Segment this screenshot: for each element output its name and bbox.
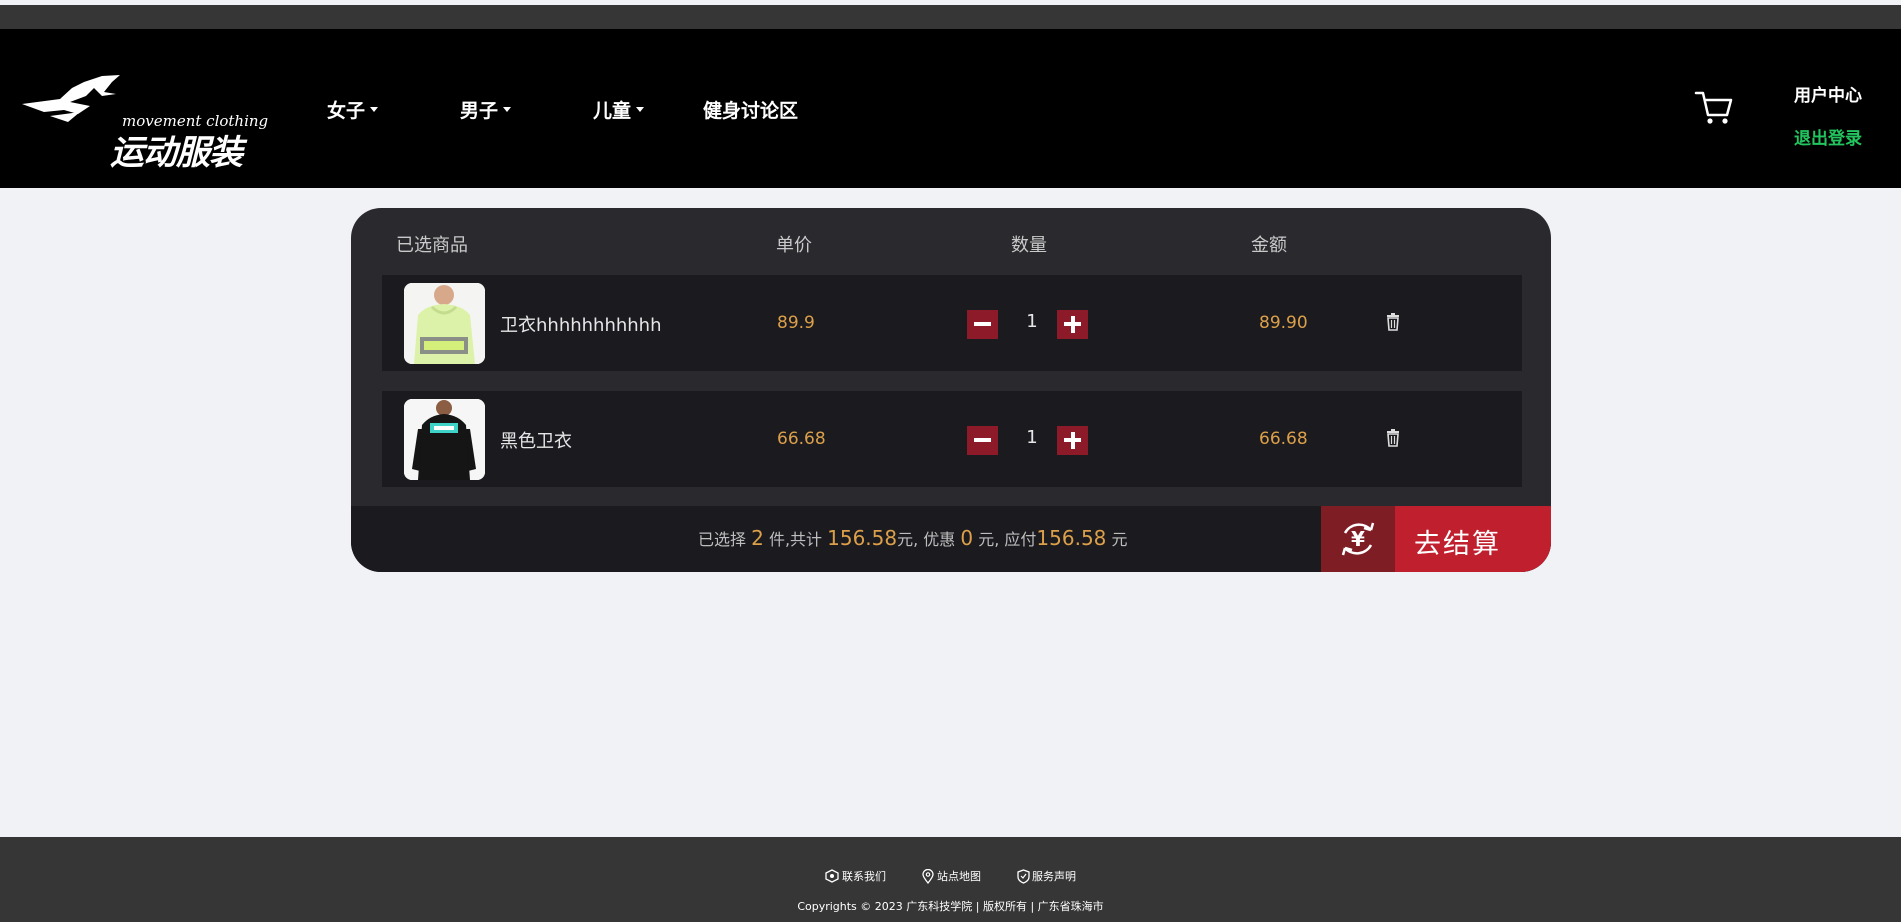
svg-text:¥: ¥ [1351,527,1365,551]
payable-amount: 156.58 [1036,526,1107,550]
yuan-exchange-icon: ¥ [1321,506,1395,572]
nav-item-women[interactable]: 女子 [327,96,379,123]
footer-link-label: 站点地图 [937,870,981,883]
site-footer: 联系我们 站点地图 服务声明 Copyrights © 2023 广东科技学院 … [0,837,1901,922]
selected-count: 2 [751,526,764,550]
checkout-button[interactable]: ¥ 去结算 [1321,506,1551,572]
product-name[interactable]: 黑色卫衣 [500,427,572,453]
caret-down-icon [370,107,379,112]
contact-icon [825,869,839,883]
caret-down-icon [636,107,645,112]
nav-label: 男子 [460,100,499,122]
brand-logo[interactable]: movement clothing 运动服装 [20,44,268,173]
decrease-quantity-button[interactable] [967,426,998,455]
nav-label: 健身讨论区 [703,100,799,122]
line-amount: 89.90 [1259,313,1308,333]
footer-link-label: 联系我们 [842,870,886,883]
quantity-value: 1 [1026,311,1038,332]
runner-logo-icon [22,75,120,122]
copyright-text: Copyrights © 2023 广东科技学院 | 版权所有 | 广东省珠海市 [797,900,1104,913]
header-amount: 金额 [1251,235,1287,256]
product-thumbnail[interactable] [404,283,485,364]
top-bar [0,5,1901,29]
total-price: 156.58 [827,526,898,550]
footer-link-service[interactable]: 服务声明 [1017,868,1076,884]
shield-icon [1017,868,1030,884]
caret-down-icon [503,107,512,112]
discount-value: 0 [960,526,974,550]
quantity-value: 1 [1026,427,1038,448]
summary-text: 件,共计 [768,530,823,549]
logo-chinese-text: 运动服装 [110,133,243,173]
cart-panel: 已选商品 单价 数量 金额 卫衣hhhhhhhhhhh 89.9 1 89.90 [351,208,1551,572]
unit-price: 89.9 [777,313,815,333]
product-name[interactable]: 卫衣hhhhhhhhhhh [500,311,662,337]
line-amount: 66.68 [1259,429,1308,449]
checkout-label: 去结算 [1414,529,1501,560]
cart-summary: 已选择 2 件,共计 156.58元, 优惠 0 元, 应付156.58 元 [698,526,1128,550]
decrease-quantity-button[interactable] [967,310,998,339]
user-center-link[interactable]: 用户中心 [1794,81,1862,106]
summary-text: 已选择 [698,530,747,549]
trash-icon[interactable] [1385,429,1401,447]
nav-item-kids[interactable]: 儿童 [593,96,645,123]
nav-item-men[interactable]: 男子 [460,96,512,123]
cart-row: 黑色卫衣 66.68 1 66.68 [382,391,1522,487]
summary-text: 元 [1111,530,1128,549]
header-unit-price: 单价 [776,235,812,256]
footer-link-label: 服务声明 [1032,870,1076,883]
footer-link-sitemap[interactable]: 站点地图 [921,868,981,884]
nav-label: 儿童 [593,100,632,122]
increase-quantity-button[interactable] [1057,310,1088,339]
trash-icon[interactable] [1385,313,1401,331]
summary-text: 元, 优惠 [897,530,956,549]
cart-row: 卫衣hhhhhhhhhhh 89.9 1 89.90 [382,275,1522,371]
nav-item-fitness-forum[interactable]: 健身讨论区 [703,96,798,123]
map-pin-icon [922,868,934,884]
nav-label: 女子 [327,100,366,122]
product-thumbnail[interactable] [404,399,485,480]
site-header [0,29,1901,188]
unit-price: 66.68 [777,429,826,449]
logout-link[interactable]: 退出登录 [1794,124,1862,149]
increase-quantity-button[interactable] [1057,426,1088,455]
cart-summary-bar: 已选择 2 件,共计 156.58元, 优惠 0 元, 应付156.58 元 ¥… [351,506,1551,572]
header-product: 已选商品 [396,235,468,256]
header-quantity: 数量 [1011,235,1047,256]
footer-link-contact[interactable]: 联系我们 [824,868,886,884]
shopping-cart-icon[interactable] [1694,90,1734,126]
summary-text: 元, 应付 [978,530,1037,549]
